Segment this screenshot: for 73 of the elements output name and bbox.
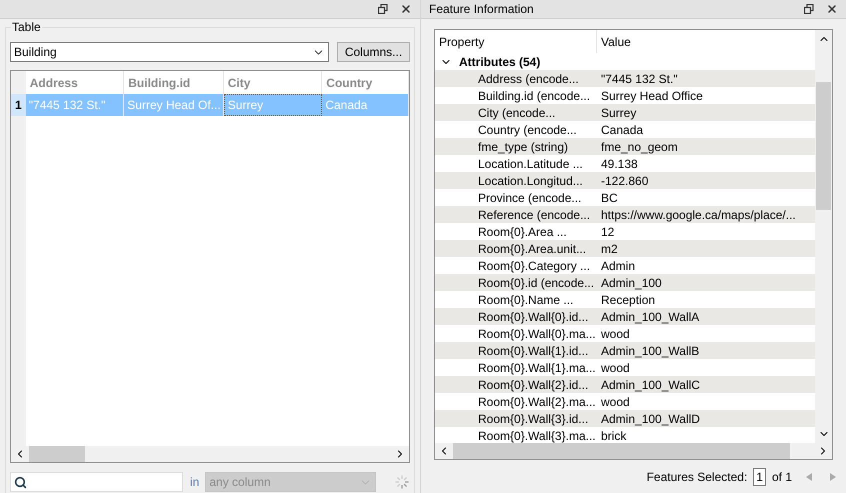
property-cell-text: Reference (encode... xyxy=(477,206,592,224)
corner-header xyxy=(11,71,26,94)
property-cell-text: Room{0}.Category ... xyxy=(477,258,592,274)
group-row-label[interactable]: Attributes (54) xyxy=(459,52,540,70)
value-cell-text: Admin_100_WallB xyxy=(600,342,700,360)
value-cell-text: m2 xyxy=(600,240,618,258)
current-feature-field[interactable]: 1 xyxy=(753,468,766,486)
close-icon[interactable] xyxy=(400,3,412,15)
value-cell-text: "7445 132 St." xyxy=(600,70,678,88)
value-cell-text: -122.860 xyxy=(600,172,648,190)
search-icon xyxy=(14,476,27,488)
search-field[interactable] xyxy=(10,472,183,492)
property-cell-text: Room{0}.Wall{3}.id... xyxy=(477,410,590,428)
value-cell-text: Reception xyxy=(600,292,656,308)
column-header[interactable]: Property xyxy=(435,30,597,53)
value-cell-text: Surrey Head Office xyxy=(600,88,703,104)
property-cell-text: Location.Longitud... xyxy=(477,172,584,190)
value-cell-text: Surrey xyxy=(600,104,636,122)
property-cell-text: Province (encode... xyxy=(477,190,582,206)
total-features-label: of 1 xyxy=(772,469,792,486)
value-cell-text: wood xyxy=(600,360,630,376)
property-cell-text: fme_type (string) xyxy=(477,138,570,156)
value-cell-text: 12 xyxy=(600,224,614,240)
value-cell-text: 49.138 xyxy=(600,156,638,172)
property-cell-text: City (encode... xyxy=(477,104,556,122)
scrollbar-thumb[interactable] xyxy=(29,446,85,462)
in-label: in xyxy=(190,474,200,491)
scrollbar-thumb[interactable] xyxy=(816,82,831,210)
value-cell-text: https://www.google.ca/maps/place/... xyxy=(600,206,796,224)
property-cell-text: Room{0}.Name ... xyxy=(477,292,574,308)
loading-spinner-icon xyxy=(394,474,410,490)
table-cell[interactable]: Surrey xyxy=(224,94,322,116)
table-cell[interactable]: Surrey Head Of... xyxy=(124,94,224,116)
close-icon[interactable] xyxy=(826,3,838,15)
value-cell-text: Admin_100_WallD xyxy=(600,410,700,428)
value-cell-text: brick xyxy=(600,428,626,443)
property-cell-text: Room{0}.Wall{2}.id... xyxy=(477,376,590,394)
columns-button[interactable]: Columns... xyxy=(337,42,410,62)
value-cell-text: Admin_100_WallC xyxy=(600,376,700,394)
float-window-icon[interactable] xyxy=(378,4,388,14)
property-cell-text: Room{0}.id (encode... xyxy=(477,274,596,292)
property-cell-text: Address (encode... xyxy=(477,70,580,88)
table-cell[interactable]: Canada xyxy=(322,94,409,116)
property-cell-text: Room{0}.Wall{2}.ma... xyxy=(477,394,597,410)
property-cell-text: Room{0}.Wall{1}.id... xyxy=(477,342,590,360)
features-selected-label: Features Selected: xyxy=(646,469,748,486)
scrollbar-thumb[interactable] xyxy=(453,443,790,459)
column-header[interactable]: Value xyxy=(597,32,635,50)
property-cell-text: Location.Latitude ... xyxy=(477,156,584,172)
property-cell-text: Room{0}.Area ... xyxy=(477,224,568,240)
table-cell[interactable]: "7445 132 St." xyxy=(26,94,124,116)
property-cell-text: Room{0}.Wall{0}.ma... xyxy=(477,326,597,342)
property-cell-text: Room{0}.Wall{1}.ma... xyxy=(477,360,597,376)
value-cell-text: Admin xyxy=(600,258,636,274)
panel-title: Feature Information xyxy=(429,1,534,18)
value-cell-text: Admin_100_WallA xyxy=(600,308,700,326)
property-cell-text: Room{0}.Wall{0}.id... xyxy=(477,308,590,326)
horizontal-scrollbar[interactable] xyxy=(11,446,409,462)
value-cell-text: Admin_100 xyxy=(600,274,662,292)
property-cell-text: Room{0}.Area.unit... xyxy=(477,240,588,258)
vertical-scrollbar[interactable] xyxy=(815,30,832,443)
row-number[interactable]: 1 xyxy=(11,94,26,116)
value-cell-text: fme_no_geom xyxy=(600,138,678,156)
table-dropdown[interactable]: Building xyxy=(10,42,329,62)
value-cell-text: wood xyxy=(600,394,630,410)
property-cell-text: Country (encode... xyxy=(477,122,578,138)
value-cell-text: BC xyxy=(600,190,618,206)
horizontal-scrollbar[interactable] xyxy=(435,443,832,459)
value-cell-text: Canada xyxy=(600,122,644,138)
property-cell-text: Building.id (encode... xyxy=(477,88,592,104)
property-cell-text: Room{0}.Wall{3}.ma... xyxy=(477,428,597,443)
value-cell-text: wood xyxy=(600,326,630,342)
float-window-icon[interactable] xyxy=(804,4,814,14)
